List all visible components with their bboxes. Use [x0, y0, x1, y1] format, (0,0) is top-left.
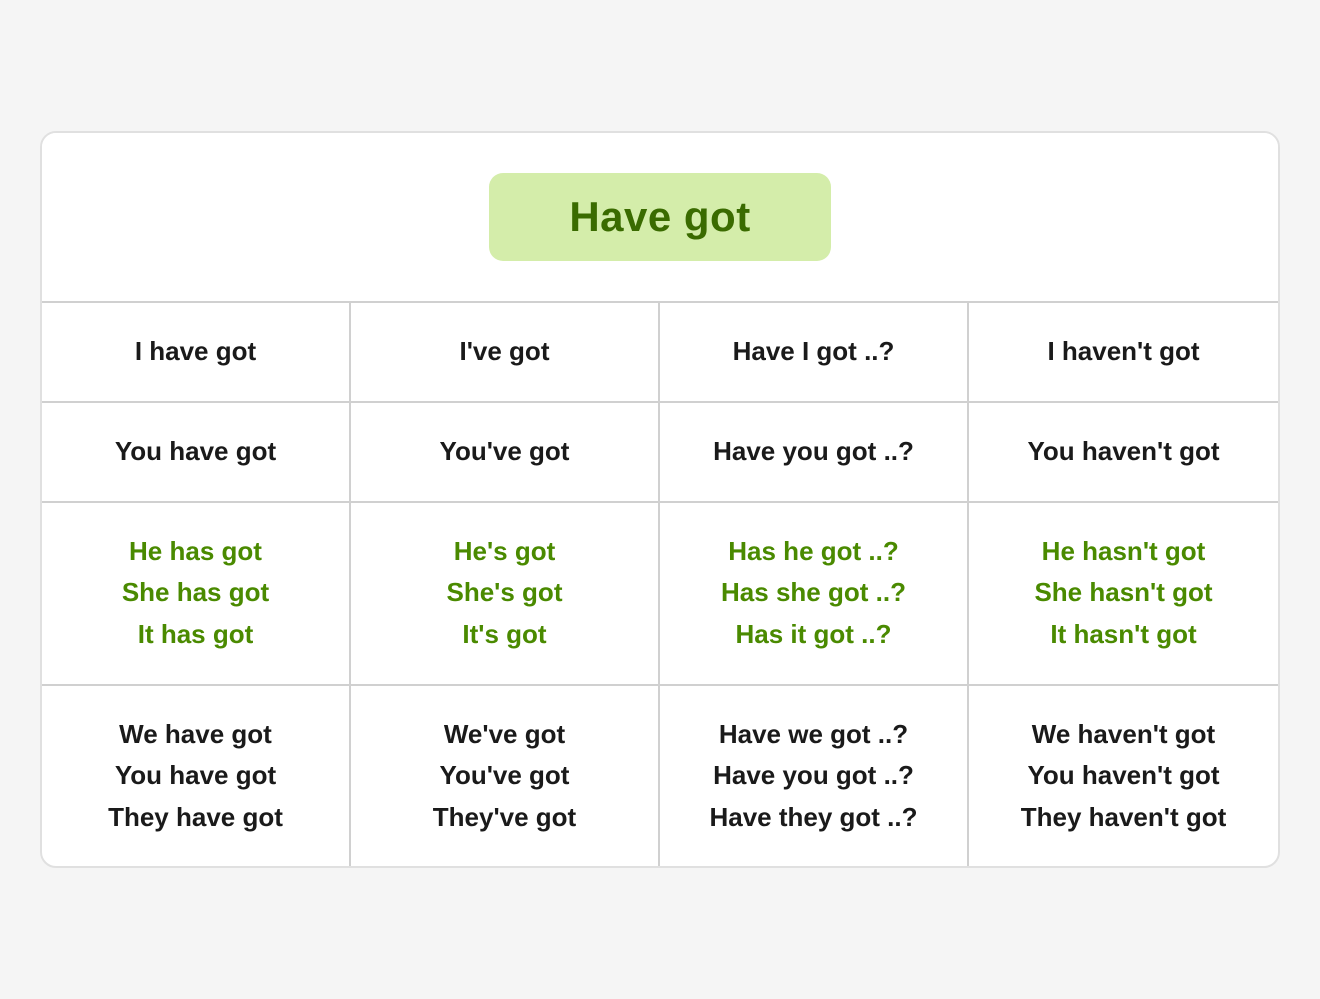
- cell-line-text: You haven't got: [1027, 431, 1219, 473]
- cell-line-text: Have I got ..?: [733, 331, 895, 373]
- grid-cell-r0-c1: I've got: [351, 303, 660, 403]
- grid-cell-r2-c2: Has he got ..?Has she got ..?Has it got …: [660, 503, 969, 686]
- cell-line-text: They haven't got: [1021, 797, 1227, 839]
- grid-cell-r2-c1: He's gotShe's gotIt's got: [351, 503, 660, 686]
- grid-cell-r3-c3: We haven't gotYou haven't gotThey haven'…: [969, 686, 1278, 867]
- cell-line-text: Have you got ..?: [713, 431, 914, 473]
- cell-line-text: You haven't got: [1027, 755, 1219, 797]
- grid-cell-r0-c3: I haven't got: [969, 303, 1278, 403]
- cell-line-text: I have got: [135, 331, 256, 373]
- cell-line-text: Have we got ..?: [719, 714, 908, 756]
- cell-line-text: You have got: [115, 755, 276, 797]
- main-card: Have got I have got I've got Have I got ..…: [40, 131, 1280, 869]
- cell-line-text: Has he got ..?: [728, 531, 898, 573]
- cell-line-text: Has she got ..?: [721, 572, 906, 614]
- cell-line-text: We've got: [444, 714, 565, 756]
- cell-line-text: He hasn't got: [1042, 531, 1206, 573]
- header-section: Have got: [42, 133, 1278, 301]
- grid-cell-r0-c2: Have I got ..?: [660, 303, 969, 403]
- cell-line-text: They have got: [108, 797, 283, 839]
- grid-cell-r3-c2: Have we got ..?Have you got ..?Have they…: [660, 686, 969, 867]
- cell-line-text: It has got: [138, 614, 254, 656]
- cell-line-text: He's got: [454, 531, 556, 573]
- grid-cell-r2-c0: He has gotShe has gotIt has got: [42, 503, 351, 686]
- cell-line-text: He has got: [129, 531, 262, 573]
- cell-line-text: She hasn't got: [1034, 572, 1212, 614]
- grid-cell-r1-c0: You have got: [42, 403, 351, 503]
- cell-line-text: They've got: [433, 797, 576, 839]
- cell-line-text: Have you got ..?: [713, 755, 914, 797]
- cell-line-text: You've got: [440, 755, 570, 797]
- grid-cell-r1-c3: You haven't got: [969, 403, 1278, 503]
- grid-cell-r1-c1: You've got: [351, 403, 660, 503]
- title-badge: Have got: [489, 173, 830, 261]
- cell-line-text: Have they got ..?: [709, 797, 917, 839]
- cell-line-text: We have got: [119, 714, 272, 756]
- grid-cell-r2-c3: He hasn't gotShe hasn't gotIt hasn't got: [969, 503, 1278, 686]
- cell-line-text: She's got: [447, 572, 563, 614]
- grid-cell-r1-c2: Have you got ..?: [660, 403, 969, 503]
- cell-line-text: It's got: [462, 614, 546, 656]
- cell-line-text: You have got: [115, 431, 276, 473]
- grammar-grid: I have got I've got Have I got ..? I haven'…: [42, 301, 1278, 867]
- grid-cell-r3-c1: We've gotYou've gotThey've got: [351, 686, 660, 867]
- cell-line-text: It hasn't got: [1050, 614, 1196, 656]
- cell-line-text: She has got: [122, 572, 269, 614]
- cell-line-text: I haven't got: [1047, 331, 1199, 373]
- cell-line-text: Has it got ..?: [736, 614, 892, 656]
- cell-line-text: We haven't got: [1032, 714, 1215, 756]
- page-title: Have got: [569, 193, 750, 240]
- cell-line-text: You've got: [440, 431, 570, 473]
- grid-cell-r0-c0: I have got: [42, 303, 351, 403]
- grid-cell-r3-c0: We have gotYou have gotThey have got: [42, 686, 351, 867]
- cell-line-text: I've got: [460, 331, 550, 373]
